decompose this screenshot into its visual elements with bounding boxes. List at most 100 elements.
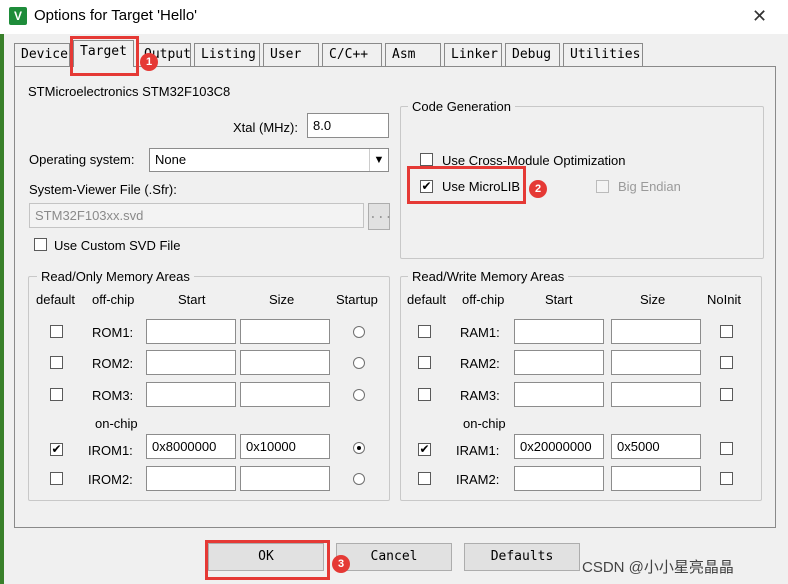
ram2-noinit-checkbox[interactable] xyxy=(720,356,733,369)
iram1-label: IRAM1: xyxy=(456,443,500,458)
os-select-value: None xyxy=(155,152,187,167)
tab-target[interactable]: Target xyxy=(73,40,134,67)
chevron-down-icon[interactable]: ▼ xyxy=(369,149,388,171)
rom-header-size: Size xyxy=(269,292,295,307)
ram-header-noinit: NoInit xyxy=(707,292,741,307)
iram2-noinit-checkbox[interactable] xyxy=(720,472,733,485)
rom-header-startup: Startup xyxy=(336,292,378,307)
tab-device[interactable]: Device xyxy=(14,43,70,66)
iram1-start-input[interactable]: 0x20000000 xyxy=(514,434,604,459)
tab-linker[interactable]: Linker xyxy=(444,43,502,66)
ram2-start-input[interactable] xyxy=(514,350,604,375)
ram1-size-input[interactable] xyxy=(611,319,701,344)
rom1-startup-radio[interactable] xyxy=(353,326,365,338)
tab-user[interactable]: User xyxy=(263,43,319,66)
iram2-size-input[interactable] xyxy=(611,466,701,491)
ram-header-start: Start xyxy=(545,292,573,307)
os-select[interactable]: None xyxy=(149,148,389,172)
big-endian-checkbox[interactable] xyxy=(596,180,609,193)
irom2-start-input[interactable] xyxy=(146,466,236,491)
rom-header-start: Start xyxy=(178,292,206,307)
device-name: STMicroelectronics STM32F103C8 xyxy=(28,84,231,99)
annotation-badge-3: 3 xyxy=(332,555,350,573)
tab-debug[interactable]: Debug xyxy=(505,43,560,66)
sfr-input[interactable]: STM32F103xx.svd xyxy=(29,203,364,228)
rom1-default-checkbox[interactable] xyxy=(50,325,63,338)
irom1-startup-radio[interactable] xyxy=(353,442,365,454)
ram3-label: RAM3: xyxy=(460,388,500,403)
irom2-startup-radio[interactable] xyxy=(353,473,365,485)
irom1-start-input[interactable]: 0x8000000 xyxy=(146,434,236,459)
sfr-browse-button[interactable]: ... xyxy=(368,203,392,230)
iram2-label: IRAM2: xyxy=(456,472,500,487)
watermark: CSDN @小小星亮晶晶 xyxy=(582,559,734,576)
ram1-noinit-checkbox[interactable] xyxy=(720,325,733,338)
ram2-label: RAM2: xyxy=(460,356,500,371)
rom3-start-input[interactable] xyxy=(146,382,236,407)
ram3-size-input[interactable] xyxy=(611,382,701,407)
irom2-default-checkbox[interactable] xyxy=(50,472,63,485)
custom-svd-checkbox[interactable] xyxy=(34,238,47,251)
iram1-default-checkbox[interactable]: ✔ xyxy=(418,443,431,456)
tab-c-cpp[interactable]: C/C++ xyxy=(322,43,382,66)
iram2-start-input[interactable] xyxy=(514,466,604,491)
xtal-label: Xtal (MHz): xyxy=(233,120,298,135)
code-generation-title: Code Generation xyxy=(408,99,516,114)
window-title: Options for Target 'Hello' xyxy=(34,7,198,24)
rom2-size-input[interactable] xyxy=(240,350,330,375)
irom1-label: IROM1: xyxy=(88,443,133,458)
ram3-noinit-checkbox[interactable] xyxy=(720,388,733,401)
ram1-start-input[interactable] xyxy=(514,319,604,344)
ram3-start-input[interactable] xyxy=(514,382,604,407)
rom3-default-checkbox[interactable] xyxy=(50,388,63,401)
rom-group-title: Read/Only Memory Areas xyxy=(37,269,194,284)
rom2-start-input[interactable] xyxy=(146,350,236,375)
ram1-default-checkbox[interactable] xyxy=(418,325,431,338)
ram2-default-checkbox[interactable] xyxy=(418,356,431,369)
ram1-label: RAM1: xyxy=(460,325,500,340)
rom3-startup-radio[interactable] xyxy=(353,389,365,401)
rom1-label: ROM1: xyxy=(92,325,134,340)
ram2-size-input[interactable] xyxy=(611,350,701,375)
rom1-start-input[interactable] xyxy=(146,319,236,344)
irom1-default-checkbox[interactable]: ✔ xyxy=(50,443,63,456)
defaults-button[interactable]: Defaults xyxy=(464,543,580,571)
close-icon[interactable]: ✕ xyxy=(752,6,767,27)
cross-module-checkbox[interactable] xyxy=(420,153,433,166)
ram-header-offchip: off-chip xyxy=(462,292,505,307)
annotation-badge-1: 1 xyxy=(140,53,158,71)
irom1-size-input[interactable]: 0x10000 xyxy=(240,434,330,459)
annotation-box-microlib xyxy=(407,166,526,204)
tab-asm[interactable]: Asm xyxy=(385,43,441,66)
iram1-noinit-checkbox[interactable] xyxy=(720,442,733,455)
rom1-size-input[interactable] xyxy=(240,319,330,344)
ram-onchip-label: on-chip xyxy=(463,416,506,431)
irom2-label: IROM2: xyxy=(88,472,133,487)
sfr-label: System-Viewer File (.Sfr): xyxy=(29,182,177,197)
rom3-size-input[interactable] xyxy=(240,382,330,407)
keil-app-icon: V xyxy=(9,7,27,25)
rom3-label: ROM3: xyxy=(92,388,134,403)
rom-header-offchip: off-chip xyxy=(92,292,135,307)
ram3-default-checkbox[interactable] xyxy=(418,388,431,401)
cancel-button[interactable]: Cancel xyxy=(336,543,452,571)
os-label: Operating system: xyxy=(29,152,135,167)
big-endian-label: Big Endian xyxy=(618,179,681,194)
rom2-startup-radio[interactable] xyxy=(353,357,365,369)
irom2-size-input[interactable] xyxy=(240,466,330,491)
rom-onchip-label: on-chip xyxy=(95,416,138,431)
ram-header-size: Size xyxy=(640,292,666,307)
ram-header-default: default xyxy=(407,292,447,307)
rom2-default-checkbox[interactable] xyxy=(50,356,63,369)
annotation-badge-2: 2 xyxy=(529,180,547,198)
custom-svd-label: Use Custom SVD File xyxy=(54,238,181,253)
iram2-default-checkbox[interactable] xyxy=(418,472,431,485)
rom2-label: ROM2: xyxy=(92,356,134,371)
ram-group-title: Read/Write Memory Areas xyxy=(408,269,569,284)
rom-header-default: default xyxy=(36,292,76,307)
iram1-size-input[interactable]: 0x5000 xyxy=(611,434,701,459)
title-bar: V Options for Target 'Hello' ✕ xyxy=(0,0,788,34)
tab-listing[interactable]: Listing xyxy=(194,43,260,66)
xtal-input[interactable]: 8.0 xyxy=(307,113,389,138)
tab-utilities[interactable]: Utilities xyxy=(563,43,643,66)
